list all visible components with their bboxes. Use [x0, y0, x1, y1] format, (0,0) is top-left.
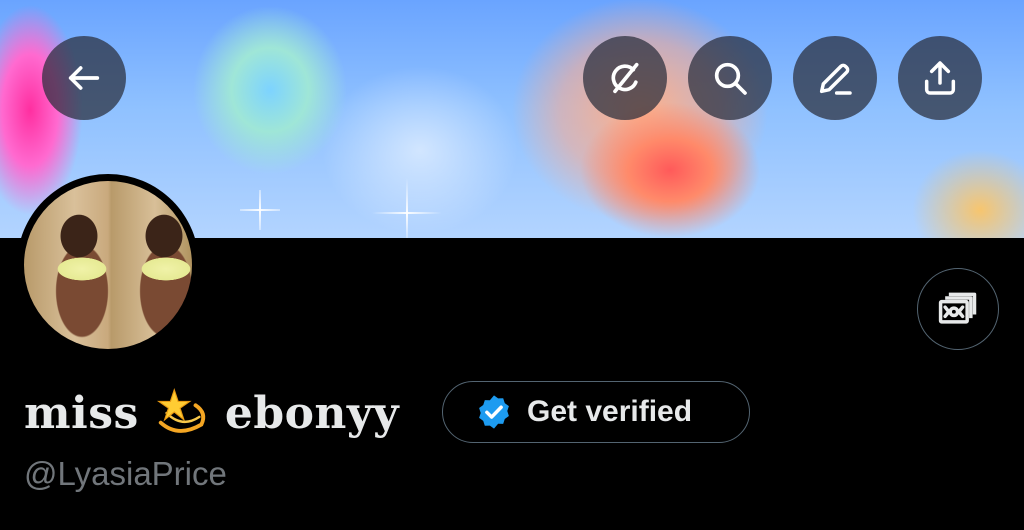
edit-button[interactable]: [793, 36, 877, 120]
display-name-part1: miss: [24, 387, 139, 439]
get-verified-button[interactable]: Get verified: [442, 381, 750, 443]
money-icon: [938, 292, 977, 324]
avatar[interactable]: [17, 174, 199, 356]
avatar-image: [24, 181, 192, 349]
search-icon: [714, 62, 747, 95]
search-button[interactable]: [688, 36, 772, 120]
arrow-left-icon: [68, 66, 100, 90]
tip-button[interactable]: [917, 268, 999, 350]
sparkle-decoration: [372, 178, 442, 238]
verified-badge-icon: [479, 395, 509, 429]
share-icon: [924, 61, 956, 95]
dizzy-star-icon: [153, 384, 211, 442]
grok-button[interactable]: [583, 36, 667, 120]
display-name-part2: ebonyy: [224, 387, 400, 439]
get-verified-label: Get verified: [527, 395, 693, 428]
sparkle-decoration: [240, 190, 280, 230]
share-button[interactable]: [898, 36, 982, 120]
grok-slash-icon: [611, 62, 639, 94]
back-button[interactable]: [42, 36, 126, 120]
username-handle: @LyasiaPrice: [24, 455, 227, 492]
display-name: miss ebonyy: [24, 382, 399, 444]
pencil-icon: [819, 63, 852, 95]
